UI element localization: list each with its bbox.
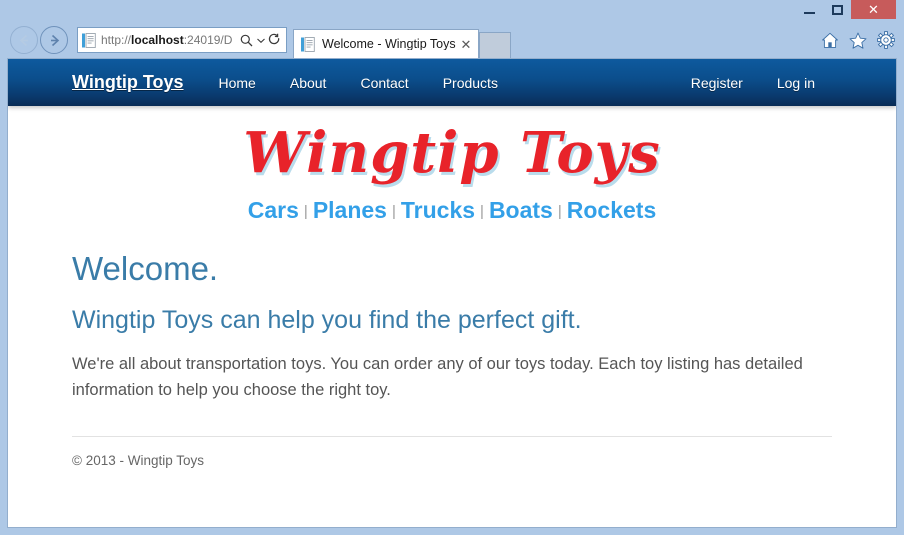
page-tagline: Wingtip Toys can help you find the perfe… [72,305,582,334]
tab-strip: Welcome - Wingtip Toys ✕ [293,22,812,58]
window-controls: ✕ [795,0,896,22]
site-navbar: Wingtip Toys Home About Contact Products [8,59,896,106]
category-links: Cars | Planes | Trucks | Boats | Rockets [72,189,832,228]
nav-link-about[interactable]: About [273,75,344,91]
page-icon [301,36,315,52]
forward-arrow-icon [50,34,59,46]
url-path: :24019/D [183,34,233,46]
back-button[interactable] [10,26,38,54]
nav-link-register[interactable]: Register [674,75,760,91]
auth-menu: Register Log in [674,75,832,91]
category-separator: | [391,202,396,220]
favorites-star-icon[interactable] [848,31,867,50]
intro-paragraph: We're all about transportation toys. You… [72,354,803,400]
settings-gear-icon[interactable] [876,31,895,50]
new-tab-button[interactable] [479,32,511,58]
refresh-icon[interactable] [266,29,283,51]
minimize-button[interactable] [795,0,823,19]
page-title: Welcome. [72,249,219,287]
nav-item-products: Products [426,75,515,91]
browser-window: ✕ http://localhost:24019/D Welcome - Win… [0,0,904,535]
category-separator: | [480,202,484,220]
back-arrow-icon [19,34,28,46]
browser-toolbar-icons [812,31,898,50]
main-menu: Home About Contact Products [202,75,515,91]
browser-toolbar: http://localhost:24019/D Welcome - Wingt… [0,22,904,58]
site-logo-text: Wingtip Toys [243,120,661,186]
maximize-button[interactable] [823,0,851,19]
address-bar[interactable]: http://localhost:24019/D [77,27,287,53]
nav-link-contact[interactable]: Contact [343,75,425,91]
nav-item-about: About [273,75,344,91]
page-viewport: Wingtip Toys Home About Contact Products [7,58,897,528]
minimize-icon [803,12,815,14]
category-separator: | [557,202,562,220]
category-separator: | [303,202,308,220]
category-link-trucks[interactable]: Trucks [397,197,479,223]
url-host: localhost [131,34,184,46]
page-icon [82,32,96,48]
browser-tab[interactable]: Welcome - Wingtip Toys ✕ [293,29,479,58]
navbar-inner: Wingtip Toys Home About Contact Products [72,59,832,106]
title-bar: ✕ [0,0,904,22]
page-body: Wingtip Toys Cars | Planes | Trucks | Boats | Ro… [8,106,896,468]
url-scheme: http:// [101,34,132,46]
url-text: http://localhost:24019/D [101,34,238,46]
nav-item-contact: Contact [343,75,425,91]
nav-item-register: Register [674,75,760,91]
nav-item-home: Home [202,75,273,91]
forward-button[interactable] [40,26,68,54]
category-link-boats[interactable]: Boats [485,197,557,223]
category-link-planes[interactable]: Planes [309,197,391,223]
nav-link-home[interactable]: Home [202,75,273,91]
category-link-rockets[interactable]: Rockets [563,197,660,223]
site-brand[interactable]: Wingtip Toys [72,72,202,93]
chevron-down-icon[interactable] [255,38,266,43]
close-button[interactable]: ✕ [851,0,896,19]
site-footer: © 2013 - Wingtip Toys [72,452,205,468]
nav-item-login: Log in [760,75,832,91]
footer-divider [72,435,832,437]
nav-link-products[interactable]: Products [426,75,515,91]
home-icon[interactable] [820,31,839,50]
nav-link-login[interactable]: Log in [760,75,832,91]
maximize-icon [831,4,843,15]
category-link-cars[interactable]: Cars [244,197,303,223]
tab-title: Welcome - Wingtip Toys [322,37,456,51]
page-container: Wingtip Toys Cars | Planes | Trucks | Boats | Ro… [72,106,832,468]
search-icon[interactable] [238,29,255,51]
tab-close-icon[interactable]: ✕ [458,38,474,51]
